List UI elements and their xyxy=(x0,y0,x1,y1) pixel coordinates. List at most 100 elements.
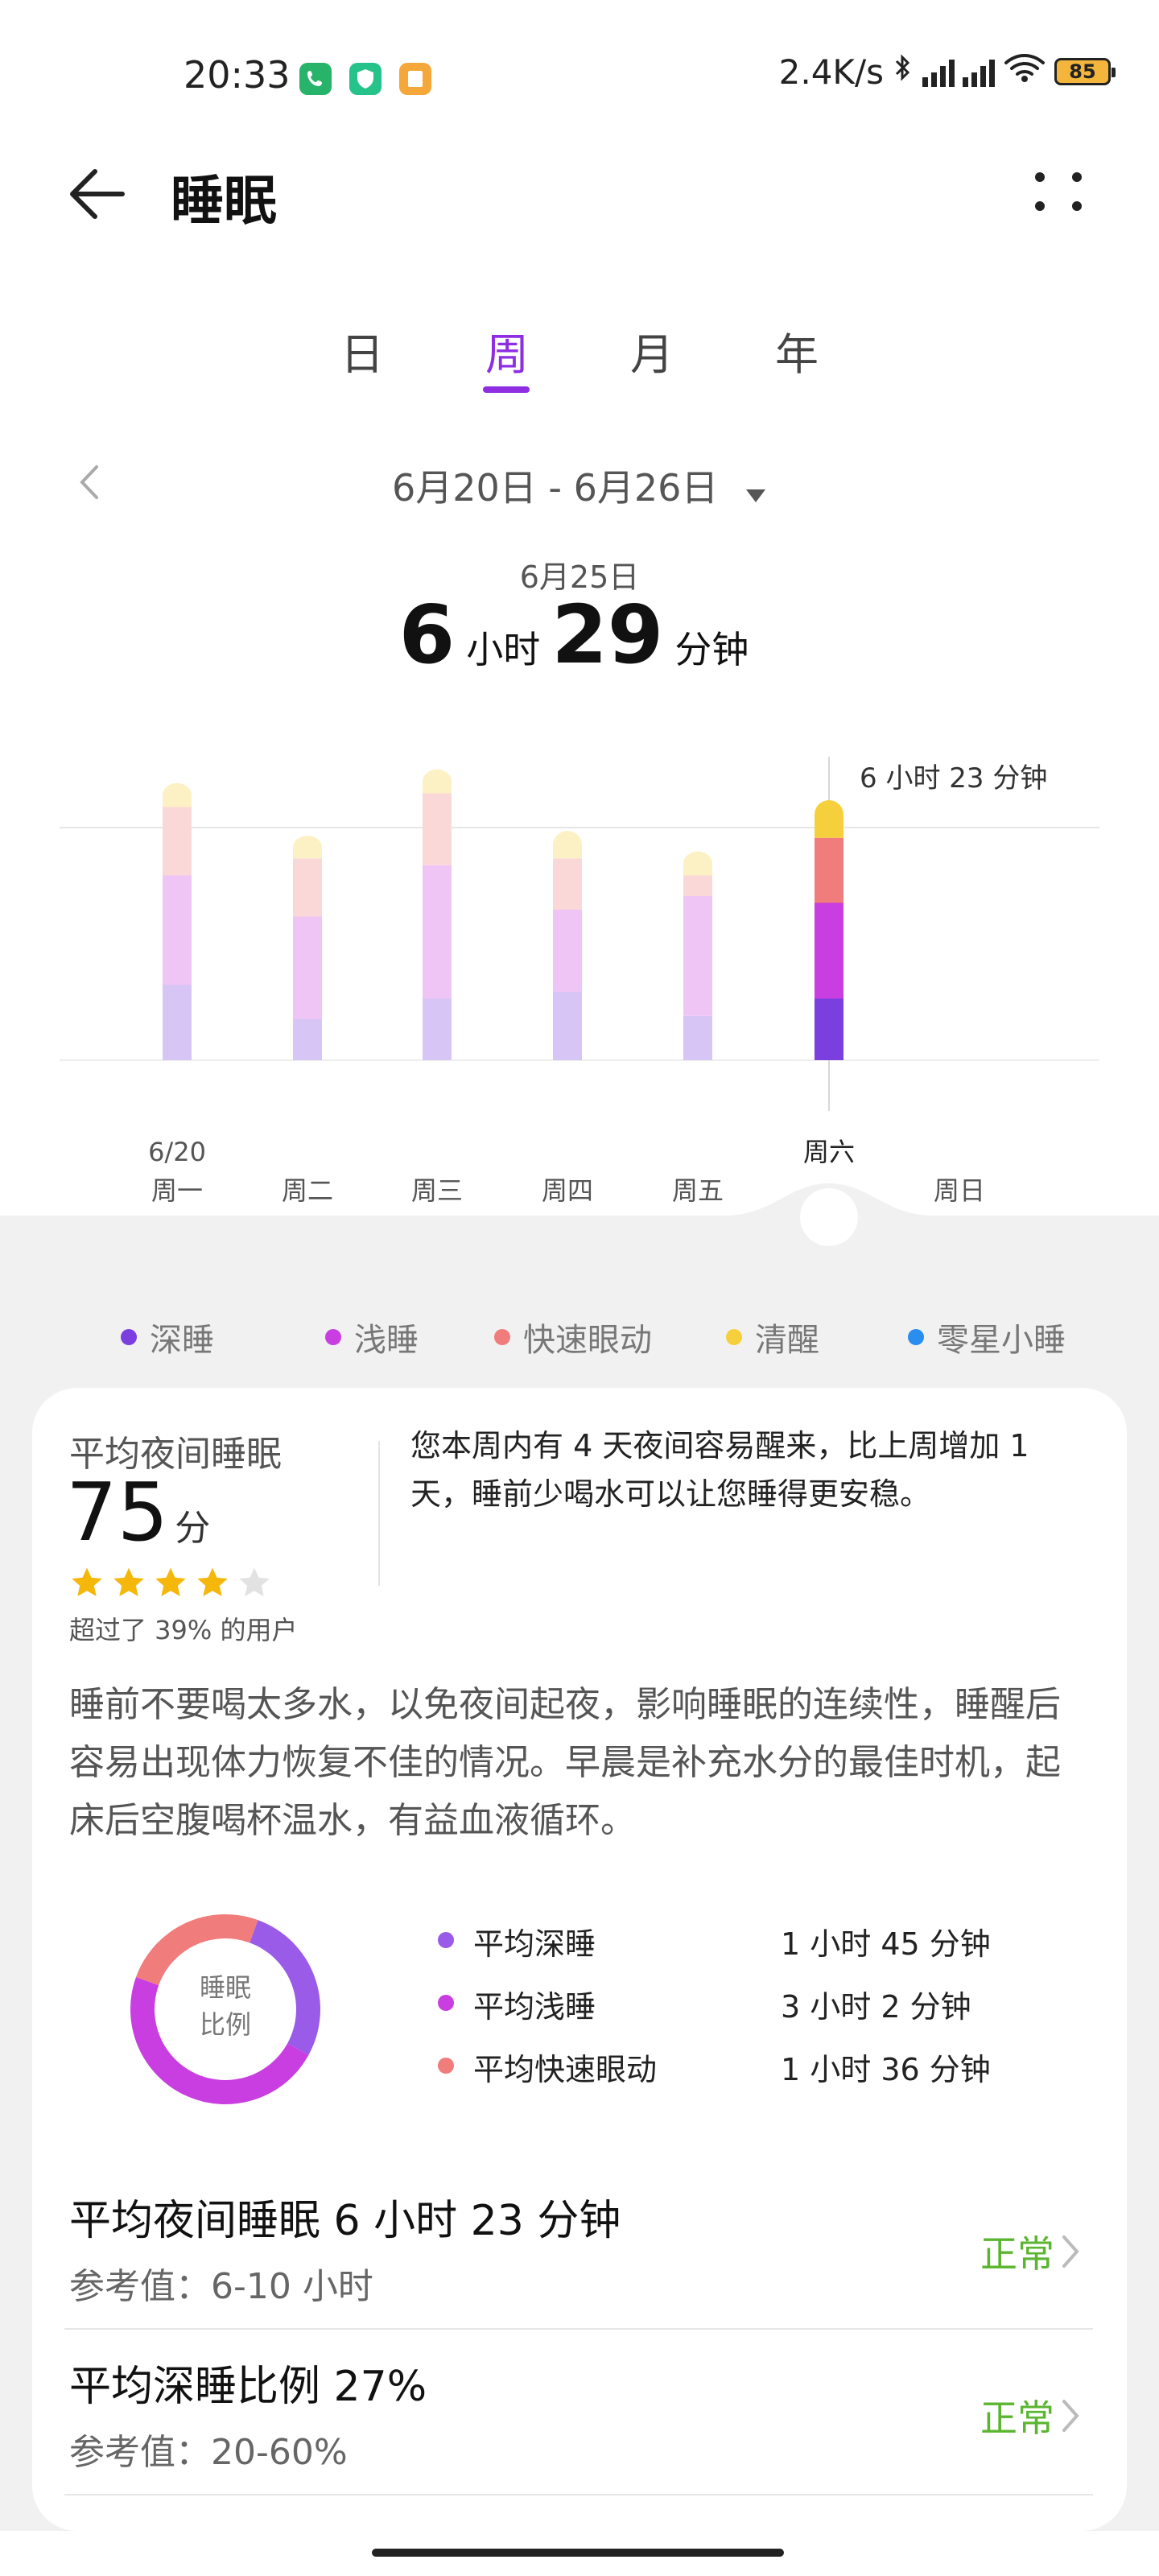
chevron-right-icon xyxy=(1062,2400,1079,2432)
status-right: 2.4K/s 85 xyxy=(778,52,1116,92)
caret-down-icon xyxy=(744,469,767,513)
chart-bar-segment xyxy=(293,847,322,859)
more-dots-icon xyxy=(1035,172,1082,211)
chart-reference-label: 6 小时 23 分钟 xyxy=(860,762,1047,795)
chart-bar-segment xyxy=(553,858,582,910)
advice-text: 睡前不要喝太多水，以免夜间起夜，影响睡眠的连续性，睡醒后容易出现体力恢复不佳的情… xyxy=(69,1684,1061,1841)
tab-indicator xyxy=(483,386,530,393)
donut-legend-value: 3 小时 2 分钟 xyxy=(781,1989,971,2025)
chart-bar-segment xyxy=(683,875,712,896)
chart-bar-segment xyxy=(163,807,192,876)
date-range-selector[interactable]: 6月20日 - 6月26日 xyxy=(0,459,1159,513)
legend-dot xyxy=(121,1329,137,1345)
donut-center-label: 睡眠 比例 xyxy=(113,1969,338,2043)
chart-bar-segment xyxy=(163,875,192,985)
metric-title: 平均夜间睡眠 6 小时 23 分钟 xyxy=(69,2197,621,2245)
donut-center-line1: 睡眠 xyxy=(199,1972,251,2003)
legend-dot xyxy=(325,1329,341,1345)
donut-legend-dot xyxy=(438,2058,454,2074)
selected-duration: 6 小时 29 分钟 xyxy=(0,588,1159,682)
chart-bar-segment xyxy=(423,793,452,865)
legend-label: 零星小睡 xyxy=(937,1322,1066,1359)
battery-icon: 85 xyxy=(1054,58,1116,85)
score-percentile: 超过了 39% 的用户 xyxy=(69,1615,298,1645)
tab-day[interactable]: 日 xyxy=(322,319,402,382)
donut-legend-label: 平均快速眼动 xyxy=(473,2052,658,2087)
metric-status-button[interactable]: 正常 xyxy=(980,2225,1083,2278)
score-value-group: 75 分 xyxy=(66,1465,210,1559)
back-button[interactable] xyxy=(64,158,137,230)
score-unit: 分 xyxy=(175,1508,211,1549)
chart-bar-segment xyxy=(553,910,582,992)
shield-app-icon xyxy=(349,63,382,95)
minutes-unit: 分钟 xyxy=(674,628,749,671)
tab-year[interactable]: 年 xyxy=(757,319,837,382)
donut-legend-value: 1 小时 45 分钟 xyxy=(781,1926,991,1962)
donut-legend-label: 平均浅睡 xyxy=(473,1989,596,2025)
legend-dot xyxy=(908,1329,924,1345)
metric-status-button[interactable]: 正常 xyxy=(980,2389,1083,2442)
score-message: 您本周内有 4 天夜间容易醒来，比上周增加 1 天，睡前少喝水可以让您睡得更安稳… xyxy=(410,1428,1029,1512)
tab-month[interactable]: 月 xyxy=(612,319,692,382)
legend-item: 零星小睡 xyxy=(908,1314,1066,1360)
metric-status: 正常 xyxy=(980,2232,1054,2276)
chart-bar-segment xyxy=(293,1019,322,1060)
metric-title: 平均深睡比例 27% xyxy=(69,2363,427,2411)
duration-minutes: 29 xyxy=(551,588,664,682)
back-arrow-icon xyxy=(70,169,125,219)
divider xyxy=(378,1441,380,1586)
signal-hd-icon xyxy=(963,56,995,87)
donut-center-line2: 比例 xyxy=(199,2009,251,2040)
tab-week[interactable]: 周 xyxy=(467,319,547,382)
metric-ref: 参考值：6-10 小时 xyxy=(69,2266,373,2307)
chart-bar-segment xyxy=(163,985,192,1060)
legend-item: 浅睡 xyxy=(325,1314,419,1360)
chart-bar-segment xyxy=(163,795,192,807)
legend-label: 浅睡 xyxy=(354,1322,419,1359)
chart-bar-segment xyxy=(423,865,452,999)
donut-legend-dot xyxy=(438,1932,454,1948)
chart-bar-segment xyxy=(815,837,843,903)
wifi-icon xyxy=(1003,52,1046,92)
chart-bar-segment xyxy=(815,998,843,1060)
chevron-left-icon[interactable] xyxy=(74,462,106,506)
legend-dot xyxy=(494,1329,510,1345)
chart-bar-segment xyxy=(293,916,322,1019)
bluetooth-icon xyxy=(892,52,914,92)
status-time: 20:33 xyxy=(184,53,291,97)
legend-dot xyxy=(726,1329,742,1345)
duration-hours: 6 xyxy=(398,588,456,682)
legend-item: 快速眼动 xyxy=(494,1314,652,1360)
notes-app-icon xyxy=(399,63,431,95)
star-icon xyxy=(72,1567,102,1596)
chart-bar-segment xyxy=(815,902,843,999)
chart-bar-segment xyxy=(683,1015,712,1060)
donut-legend-dot xyxy=(438,1995,454,2011)
donut-legend-value: 1 小时 36 分钟 xyxy=(781,2052,991,2087)
chart-bar-segment xyxy=(293,858,322,917)
score-value: 75 xyxy=(66,1465,169,1559)
divider xyxy=(64,2328,1093,2330)
net-speed: 2.4K/s xyxy=(778,52,884,92)
phone-app-icon xyxy=(299,63,332,95)
star-icon xyxy=(197,1567,228,1596)
chart-bar-segment xyxy=(683,896,712,1016)
chart-bar-segment xyxy=(553,992,582,1060)
chart-bar-segment xyxy=(553,844,582,859)
gesture-bar[interactable] xyxy=(372,2549,784,2557)
date-range-text: 6月20日 - 6月26日 xyxy=(391,466,719,510)
score-stars xyxy=(69,1565,272,1600)
legend-item: 深睡 xyxy=(121,1314,214,1360)
legend-label: 深睡 xyxy=(150,1322,214,1359)
star-icon xyxy=(113,1567,144,1596)
chart-bar-segment xyxy=(683,863,712,876)
chevron-right-icon xyxy=(1062,2235,1079,2268)
selector-notch xyxy=(0,1183,1159,1288)
legend-label: 清醒 xyxy=(755,1322,819,1359)
signal-hd-icon xyxy=(922,56,955,87)
donut-legend-label: 平均深睡 xyxy=(473,1926,596,1962)
sleep-week-chart[interactable]: 周一 周二 周三 周四 周五周六周日6/206 小时 23 分钟 xyxy=(0,724,1159,1224)
metric-ref: 参考值：20-60% xyxy=(69,2432,348,2473)
more-button[interactable] xyxy=(1014,158,1103,230)
metric-status: 正常 xyxy=(980,2396,1054,2440)
